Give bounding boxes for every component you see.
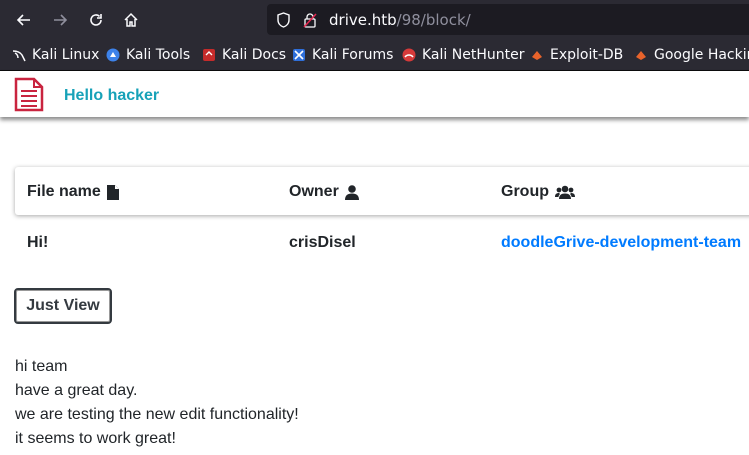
arrow-right-icon bbox=[54, 14, 68, 26]
bookmark-label: Kali Tools bbox=[126, 47, 191, 63]
kali-nethunter-icon bbox=[402, 48, 416, 62]
file-content: hi team have a great day. we are testing… bbox=[15, 355, 299, 451]
bookmark-kali-linux[interactable]: Kali Linux bbox=[12, 46, 99, 64]
bookmark-kali-nethunter[interactable]: Kali NetHunter bbox=[402, 46, 524, 64]
content-line: hi team bbox=[15, 358, 68, 375]
users-icon bbox=[555, 185, 575, 199]
home-icon bbox=[124, 12, 138, 27]
url-host: drive.htb bbox=[329, 11, 397, 29]
column-label: File name bbox=[27, 183, 101, 200]
bookmark-label: Kali Linux bbox=[32, 47, 100, 63]
column-label: Group bbox=[501, 183, 549, 200]
browser-toolbar: drive.htb/98/block/ bbox=[0, 0, 749, 40]
insecure-lock-icon bbox=[303, 13, 317, 28]
kali-tools-icon bbox=[106, 48, 120, 62]
app-navbar: Hello hacker bbox=[0, 71, 749, 117]
google-hacking-icon bbox=[636, 51, 646, 60]
bookmark-exploit-db[interactable]: Exploit-DB bbox=[530, 46, 623, 64]
url-path: /98/block/ bbox=[396, 11, 471, 29]
table-header: File name Owner Group bbox=[15, 167, 749, 215]
bookmark-label: Kali Docs bbox=[222, 47, 287, 63]
arrow-left-icon bbox=[16, 14, 30, 26]
kali-dragon-icon bbox=[12, 50, 26, 62]
document-logo-icon[interactable] bbox=[14, 77, 44, 112]
content-line: we are testing the new edit functionalit… bbox=[15, 406, 299, 423]
exploit-db-icon bbox=[532, 51, 542, 60]
bookmark-label: Exploit-DB bbox=[550, 47, 624, 63]
brand-greeting[interactable]: Hello hacker bbox=[64, 87, 159, 105]
forward-button[interactable] bbox=[48, 8, 72, 32]
cell-file-name: Hi! bbox=[27, 234, 49, 251]
kali-forums-icon bbox=[293, 49, 305, 61]
bookmark-google-hacking[interactable]: Google Hacking bbox=[634, 46, 749, 64]
back-button[interactable] bbox=[12, 8, 36, 32]
shield-icon bbox=[277, 12, 290, 28]
home-button[interactable] bbox=[119, 8, 143, 32]
bookmark-kali-forums[interactable]: Kali Forums bbox=[292, 46, 393, 64]
bookmark-label: Kali Forums bbox=[312, 47, 394, 63]
bookmark-label: Google Hacking bbox=[654, 47, 749, 63]
content-line: have a great day. bbox=[15, 382, 138, 399]
column-group: Group bbox=[501, 183, 575, 201]
bookmark-label: Kali NetHunter bbox=[422, 47, 525, 63]
cell-group-link[interactable]: doodleGrive-development-team bbox=[501, 234, 741, 252]
user-icon bbox=[344, 184, 359, 200]
url-text: drive.htb/98/block/ bbox=[329, 11, 471, 29]
file-icon bbox=[106, 184, 119, 200]
bookmark-kali-tools[interactable]: Kali Tools bbox=[106, 46, 190, 64]
content-line: it seems to work great! bbox=[15, 430, 176, 447]
url-bar[interactable]: drive.htb/98/block/ bbox=[267, 4, 749, 35]
column-file-name: File name bbox=[27, 183, 119, 201]
reload-button[interactable] bbox=[84, 8, 108, 32]
kali-docs-icon bbox=[203, 49, 215, 61]
bookmark-kali-docs[interactable]: Kali Docs bbox=[202, 46, 286, 64]
cell-owner: crisDisel bbox=[289, 234, 356, 251]
column-label: Owner bbox=[289, 183, 339, 200]
bookmarks-toolbar: Kali Linux Kali Tools Kali Docs Kali For… bbox=[0, 40, 749, 71]
reload-icon bbox=[90, 14, 102, 26]
just-view-button[interactable]: Just View bbox=[14, 288, 112, 324]
column-owner: Owner bbox=[289, 183, 359, 201]
